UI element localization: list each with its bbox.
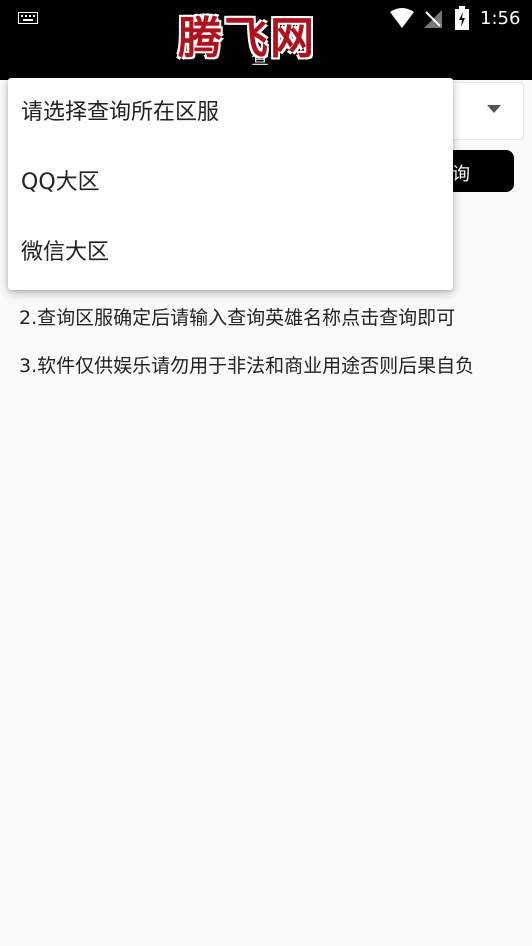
watermark-logo: 腾飞网 xyxy=(178,13,316,64)
dropdown-item-wechat[interactable]: 微信大区 xyxy=(8,218,453,288)
server-dropdown-menu: 请选择查询所在区服 QQ大区 微信大区 xyxy=(8,78,453,290)
query-button-label: 询 xyxy=(452,164,470,185)
battery-charging-icon xyxy=(455,6,469,30)
dropdown-item-placeholder[interactable]: 请选择查询所在区服 xyxy=(8,78,453,148)
wifi-icon xyxy=(390,8,414,28)
dropdown-item-qq[interactable]: QQ大区 xyxy=(8,148,453,218)
no-signal-icon xyxy=(424,10,442,28)
instruction-3: 3.软件仅供娱乐请勿用于非法和商业用途否则后果自负 xyxy=(19,355,475,377)
status-time: 1:56 xyxy=(480,8,521,29)
instruction-2: 2.查询区服确定后请输入查询英雄名称点击查询即可 xyxy=(19,307,456,329)
keyboard-icon xyxy=(18,12,38,24)
dropdown-arrow-icon[interactable] xyxy=(487,105,501,113)
